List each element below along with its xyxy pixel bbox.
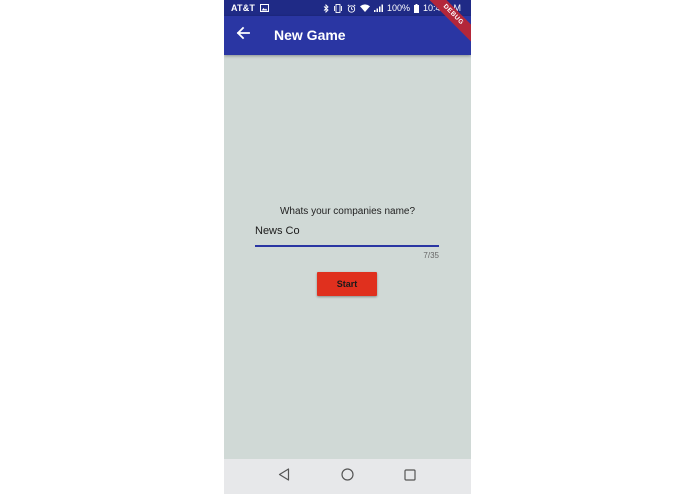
- back-button[interactable]: [233, 25, 253, 45]
- company-name-input[interactable]: News Co: [255, 221, 439, 247]
- navigation-bar: [224, 459, 471, 494]
- image-icon: [260, 4, 270, 12]
- signal-icon: [373, 4, 383, 12]
- page-title: New Game: [274, 27, 346, 43]
- character-counter: 7/35: [423, 251, 439, 260]
- nav-recents-button[interactable]: [401, 468, 419, 486]
- phone-screen: AT&T 100% 10:49 A: [224, 0, 471, 494]
- back-triangle-icon: [278, 468, 290, 486]
- status-bar-left: AT&T: [231, 0, 270, 16]
- company-name-value: News Co: [255, 225, 300, 237]
- home-circle-icon: [340, 468, 354, 486]
- start-button[interactable]: Start: [317, 272, 377, 296]
- alarm-icon: [347, 3, 356, 13]
- carrier-label: AT&T: [231, 3, 256, 13]
- main-content: Whats your companies name? News Co 7/35 …: [224, 55, 471, 459]
- start-button-label: Start: [336, 279, 358, 289]
- wifi-icon: [359, 4, 370, 12]
- arrow-back-icon: [236, 26, 250, 45]
- company-name-prompt: Whats your companies name?: [279, 206, 416, 217]
- nav-home-button[interactable]: [338, 468, 356, 486]
- vibrate-icon: [333, 3, 343, 13]
- recents-square-icon: [404, 468, 416, 486]
- nav-back-button[interactable]: [275, 468, 293, 486]
- bluetooth-icon: [323, 3, 329, 13]
- battery-percent: 100%: [386, 3, 410, 13]
- app-bar: New Game: [224, 16, 471, 55]
- battery-icon: [413, 3, 419, 13]
